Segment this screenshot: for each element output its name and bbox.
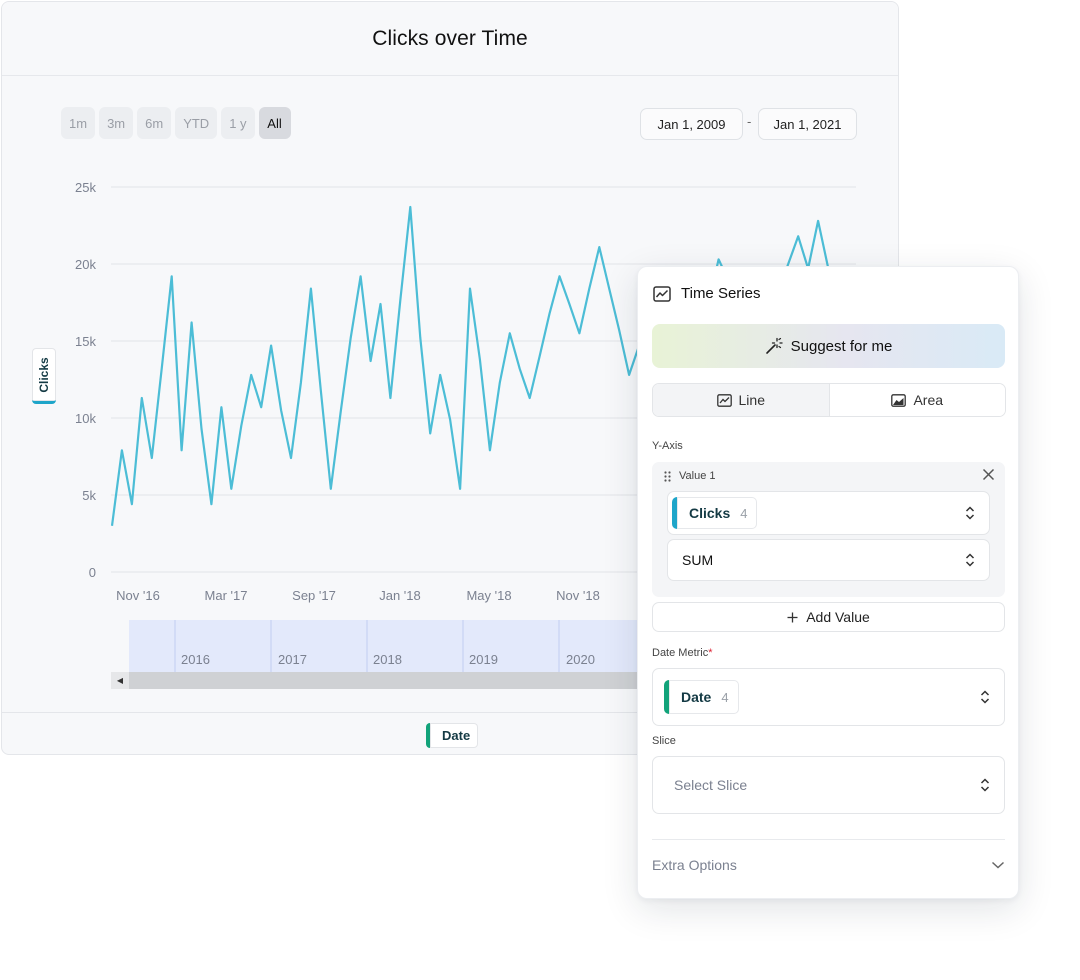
magic-wand-icon	[765, 337, 783, 354]
y-tick-label: 20k	[75, 257, 96, 272]
y-field-chip: Clicks 4	[672, 497, 758, 529]
navigator-label-2018: 2018	[373, 652, 402, 667]
chevron-updown-icon	[980, 778, 990, 792]
y-tick-label: 10k	[75, 411, 96, 426]
y-field-select[interactable]: Clicks 4	[667, 491, 990, 535]
panel-divider	[652, 839, 1005, 840]
aggregation-value: SUM	[682, 552, 714, 568]
plus-icon	[787, 612, 798, 622]
y-tick-label: 5k	[82, 488, 96, 503]
y-field-name: Clicks	[689, 505, 731, 521]
chart-type-area[interactable]: Area	[829, 384, 1005, 416]
slice-select[interactable]: Select Slice	[652, 756, 1005, 814]
panel-header: Time Series	[653, 285, 760, 302]
date-metric-select[interactable]: Date 4	[652, 668, 1005, 726]
add-value-button[interactable]: Add Value	[652, 602, 1005, 632]
y-axis-label: Y-Axis	[652, 440, 683, 452]
x-axis-field-chip[interactable]: Date	[426, 723, 479, 748]
chart-type-toggle: Line Area	[652, 383, 1006, 417]
navigator-label-2020: 2020	[566, 652, 595, 667]
line-chart-icon	[653, 285, 671, 302]
x-tick-label: Mar '17	[205, 588, 248, 603]
y-axis-field-chip[interactable]: Clicks	[32, 348, 56, 404]
x-tick-label: Nov '16	[116, 588, 160, 603]
navigator-label-2017: 2017	[278, 652, 307, 667]
value-header: Value 1	[664, 470, 716, 482]
y-tick-label: 15k	[75, 334, 96, 349]
date-field-name: Date	[681, 689, 712, 705]
time-series-panel: Time Series Suggest for me Line Area Y-A…	[637, 266, 1019, 899]
chevron-down-icon	[991, 861, 1005, 869]
chart-type-line-label: Line	[738, 392, 765, 408]
y-axis-field-label: Clicks	[37, 356, 51, 393]
navigator-label-2016: 2016	[181, 652, 210, 667]
panel-title: Time Series	[681, 285, 761, 302]
area-chart-icon	[891, 393, 907, 407]
suggest-button[interactable]: Suggest for me	[652, 324, 1005, 368]
navigator-scrollbar[interactable]	[111, 672, 651, 689]
slice-label: Slice	[652, 735, 676, 747]
navigator-label-2019: 2019	[469, 652, 498, 667]
chart-type-line[interactable]: Line	[653, 384, 830, 416]
add-value-label: Add Value	[806, 609, 870, 625]
y-field-count: 4	[740, 505, 748, 521]
chevron-updown-icon	[965, 553, 975, 567]
close-icon[interactable]	[982, 468, 995, 481]
date-field-chip: Date 4	[664, 680, 739, 714]
y-tick-label: 0	[89, 565, 96, 580]
date-field-count: 4	[721, 689, 729, 705]
value-card: Value 1 Clicks 4 SUM	[652, 462, 1005, 597]
x-tick-label: Jan '18	[379, 588, 421, 603]
x-tick-label: Nov '18	[556, 588, 600, 603]
x-tick-label: May '18	[466, 588, 511, 603]
x-tick-label: Sep '17	[292, 588, 336, 603]
date-metric-label: Date Metric*	[652, 647, 713, 659]
y-tick-label: 25k	[75, 180, 96, 195]
chevron-updown-icon	[965, 506, 975, 520]
slice-placeholder: Select Slice	[674, 777, 748, 793]
suggest-button-label: Suggest for me	[790, 337, 893, 355]
extra-options-label: Extra Options	[652, 857, 737, 873]
chevron-updown-icon	[980, 690, 990, 704]
drag-handle-icon[interactable]	[664, 470, 671, 482]
scroll-left-icon[interactable]: ◀	[111, 672, 129, 689]
date-metric-text: Date Metric	[652, 647, 709, 659]
extra-options-toggle[interactable]: Extra Options	[652, 857, 1005, 873]
line-chart-icon	[716, 393, 732, 407]
chart-type-area-label: Area	[913, 392, 944, 408]
required-mark: *	[708, 647, 713, 659]
value-label: Value 1	[679, 470, 716, 482]
aggregation-select[interactable]: SUM	[667, 539, 990, 581]
